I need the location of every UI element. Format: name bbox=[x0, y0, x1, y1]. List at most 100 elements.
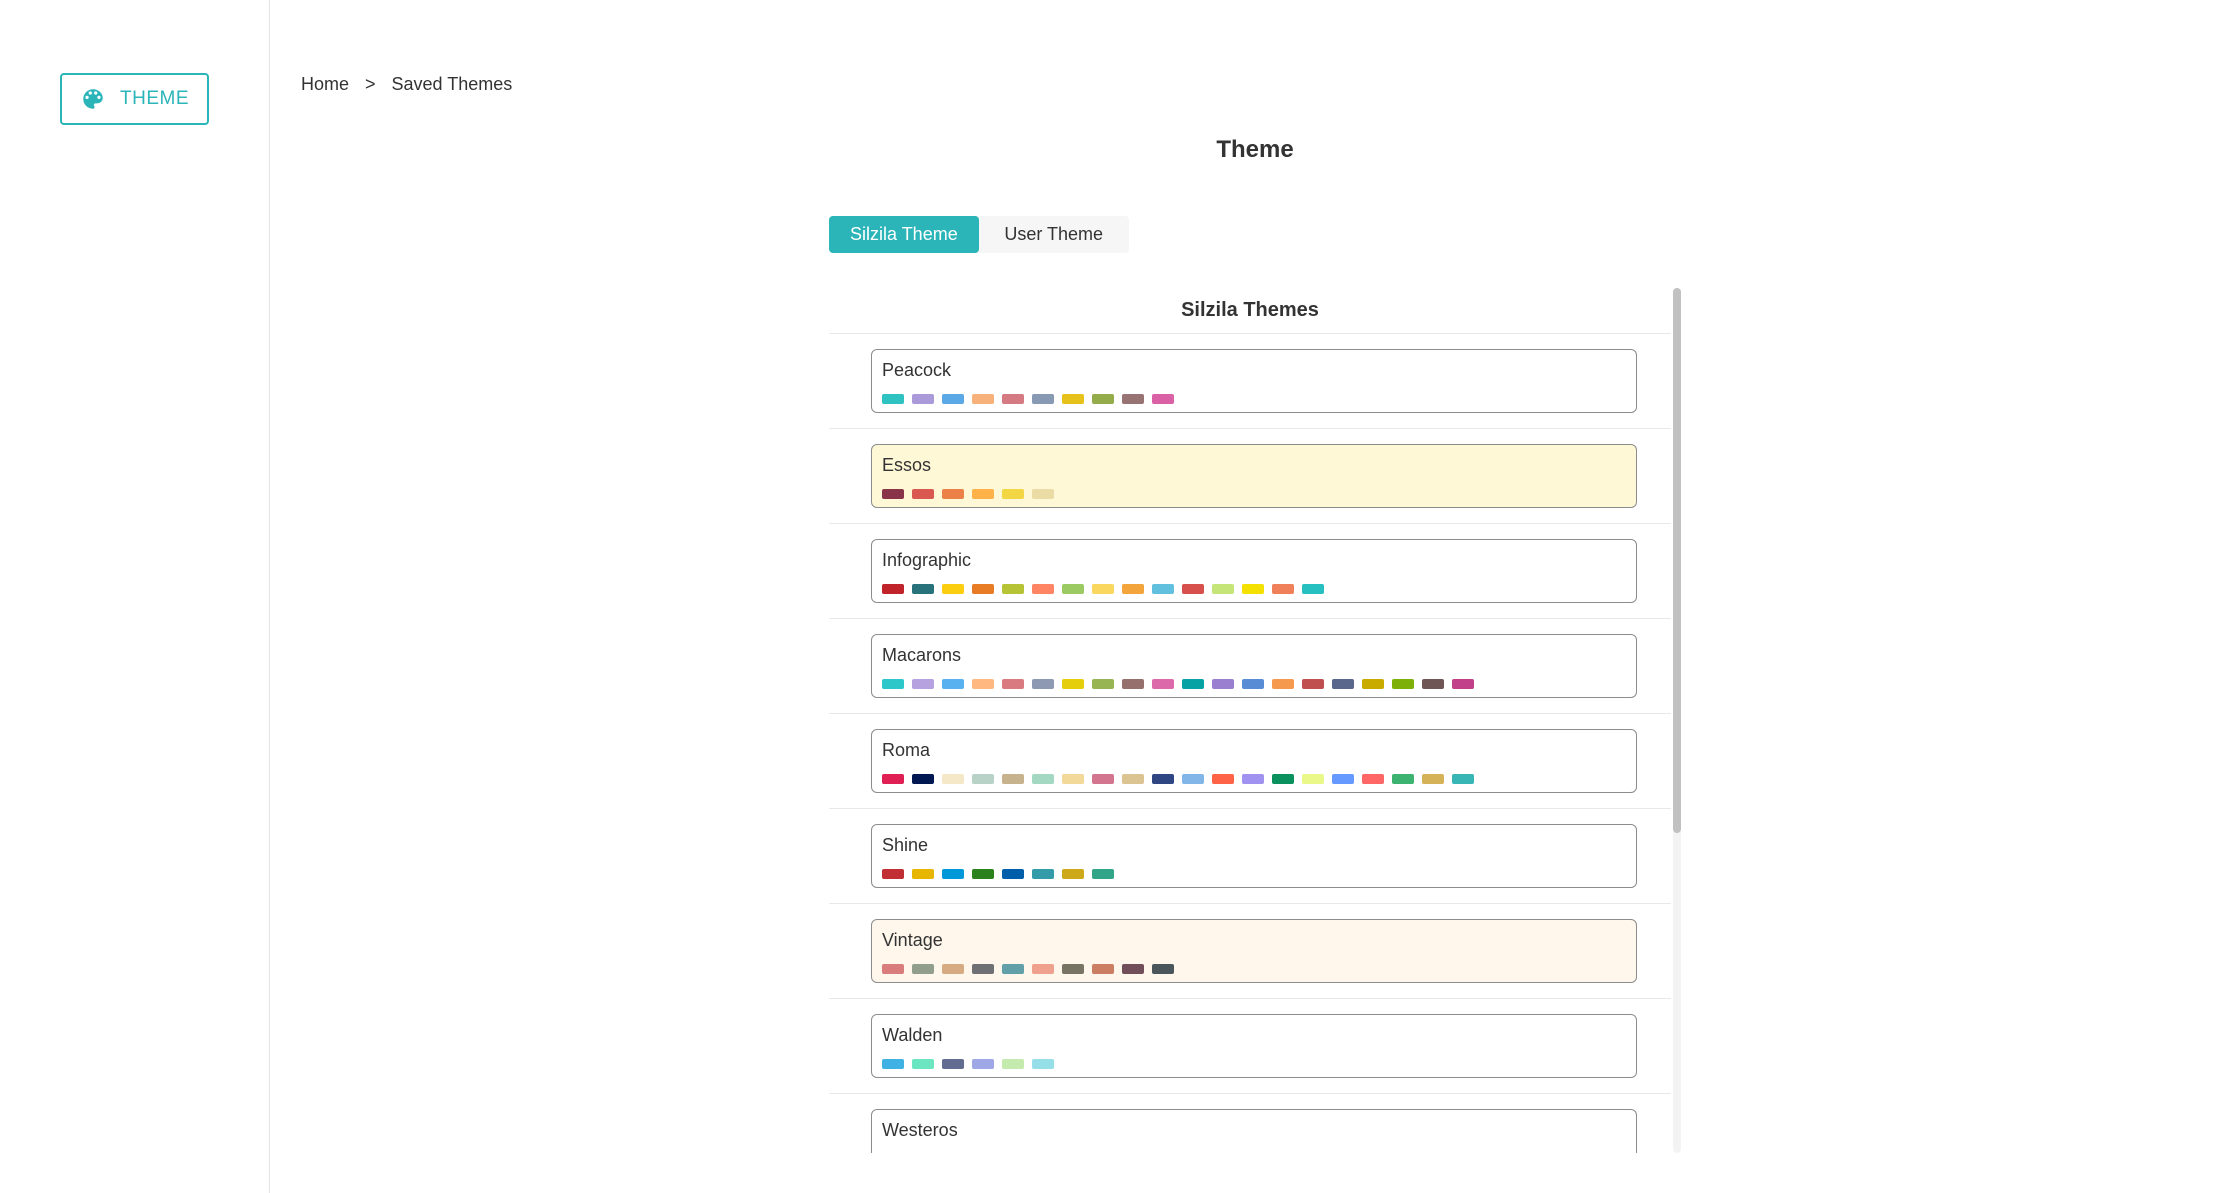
color-swatch bbox=[1362, 774, 1384, 784]
color-swatch bbox=[1422, 679, 1444, 689]
color-swatch bbox=[1242, 584, 1264, 594]
theme-card-westeros[interactable]: Westeros bbox=[871, 1109, 1637, 1153]
color-swatch bbox=[1062, 774, 1084, 784]
color-swatches bbox=[882, 869, 1636, 879]
theme-list: Peacock Essos Infographic Macarons Roma Shine… bbox=[829, 334, 1685, 1153]
color-swatch bbox=[1452, 679, 1474, 689]
color-swatch bbox=[1302, 584, 1324, 594]
color-swatch bbox=[1062, 584, 1084, 594]
color-swatch bbox=[1002, 394, 1024, 404]
color-swatch bbox=[1002, 1059, 1024, 1069]
theme-button[interactable]: THEME bbox=[60, 73, 209, 125]
tab-user-theme[interactable]: User Theme bbox=[979, 216, 1129, 253]
theme-row: Walden bbox=[829, 999, 1671, 1094]
theme-card-peacock[interactable]: Peacock bbox=[871, 349, 1637, 413]
color-swatch bbox=[1392, 679, 1414, 689]
sidebar: THEME bbox=[0, 0, 270, 1193]
color-swatch bbox=[1092, 774, 1114, 784]
page-title: Theme bbox=[1216, 136, 1294, 163]
theme-name: Essos bbox=[882, 455, 932, 475]
themes-panel: Silzila Themes Peacock Essos Infographic Ma… bbox=[829, 288, 1685, 1153]
color-swatch bbox=[1032, 679, 1054, 689]
color-swatches bbox=[882, 964, 1636, 974]
theme-row: Westeros bbox=[829, 1094, 1671, 1153]
breadcrumb: Home > Saved Themes bbox=[301, 74, 512, 95]
color-swatch bbox=[972, 774, 994, 784]
color-swatch bbox=[1122, 584, 1144, 594]
breadcrumb-current: Saved Themes bbox=[391, 74, 513, 94]
theme-name: Walden bbox=[882, 1025, 943, 1045]
theme-name: Macarons bbox=[882, 645, 962, 665]
theme-row: Roma bbox=[829, 714, 1671, 809]
color-swatch bbox=[1032, 394, 1054, 404]
color-swatch bbox=[1122, 679, 1144, 689]
breadcrumb-home[interactable]: Home bbox=[301, 74, 349, 95]
color-swatch bbox=[1302, 774, 1324, 784]
theme-card-shine[interactable]: Shine bbox=[871, 824, 1637, 888]
theme-card-macarons[interactable]: Macarons bbox=[871, 634, 1637, 698]
color-swatch bbox=[912, 584, 934, 594]
color-swatch bbox=[1332, 774, 1354, 784]
theme-name: Westeros bbox=[882, 1120, 958, 1140]
panel-title: Silzila Themes bbox=[829, 288, 1671, 334]
color-swatch bbox=[1182, 679, 1204, 689]
theme-card-infographic[interactable]: Infographic bbox=[871, 539, 1637, 603]
theme-row: Shine bbox=[829, 809, 1671, 904]
color-swatch bbox=[912, 394, 934, 404]
theme-card-walden[interactable]: Walden bbox=[871, 1014, 1637, 1078]
theme-card-vintage[interactable]: Vintage bbox=[871, 919, 1637, 983]
color-swatch bbox=[882, 394, 904, 404]
color-swatch bbox=[1212, 774, 1234, 784]
color-swatch bbox=[1092, 394, 1114, 404]
color-swatch bbox=[942, 489, 964, 499]
color-swatch bbox=[1122, 964, 1144, 974]
color-swatch bbox=[1362, 679, 1384, 689]
color-swatch bbox=[912, 1059, 934, 1069]
color-swatch bbox=[912, 964, 934, 974]
color-swatch bbox=[942, 869, 964, 879]
theme-button-label: THEME bbox=[120, 88, 189, 109]
color-swatch bbox=[972, 489, 994, 499]
color-swatch bbox=[1092, 964, 1114, 974]
color-swatch bbox=[1032, 964, 1054, 974]
color-swatch bbox=[1212, 679, 1234, 689]
theme-name: Roma bbox=[882, 740, 931, 760]
theme-tabs: Silzila Theme User Theme bbox=[829, 216, 1129, 253]
color-swatch bbox=[1122, 774, 1144, 784]
theme-row: Infographic bbox=[829, 524, 1671, 619]
color-swatch bbox=[1032, 1059, 1054, 1069]
theme-row: Essos bbox=[829, 429, 1671, 524]
theme-card-roma[interactable]: Roma bbox=[871, 729, 1637, 793]
scrollbar-thumb[interactable] bbox=[1673, 288, 1681, 833]
color-swatch bbox=[1242, 774, 1264, 784]
color-swatch bbox=[882, 679, 904, 689]
color-swatch bbox=[942, 394, 964, 404]
color-swatches bbox=[882, 679, 1636, 689]
color-swatches bbox=[882, 774, 1636, 784]
color-swatch bbox=[882, 774, 904, 784]
color-swatch bbox=[972, 1059, 994, 1069]
tab-silzila-theme[interactable]: Silzila Theme bbox=[829, 216, 979, 253]
color-swatch bbox=[912, 489, 934, 499]
color-swatch bbox=[1002, 964, 1024, 974]
color-swatch bbox=[1272, 679, 1294, 689]
color-swatch bbox=[972, 869, 994, 879]
color-swatch bbox=[1002, 584, 1024, 594]
theme-card-essos[interactable]: Essos bbox=[871, 444, 1637, 508]
color-swatches bbox=[882, 394, 1636, 404]
color-swatch bbox=[1062, 869, 1084, 879]
color-swatch bbox=[882, 584, 904, 594]
color-swatch bbox=[1032, 584, 1054, 594]
theme-row: Vintage bbox=[829, 904, 1671, 999]
color-swatch bbox=[942, 1059, 964, 1069]
color-swatches bbox=[882, 584, 1636, 594]
color-swatch bbox=[1032, 869, 1054, 879]
color-swatch bbox=[1272, 584, 1294, 594]
color-swatch bbox=[1032, 774, 1054, 784]
color-swatch bbox=[1332, 679, 1354, 689]
color-swatch bbox=[972, 679, 994, 689]
theme-name: Vintage bbox=[882, 930, 943, 950]
color-swatch bbox=[882, 964, 904, 974]
color-swatch bbox=[1062, 964, 1084, 974]
breadcrumb-separator: > bbox=[365, 74, 376, 94]
